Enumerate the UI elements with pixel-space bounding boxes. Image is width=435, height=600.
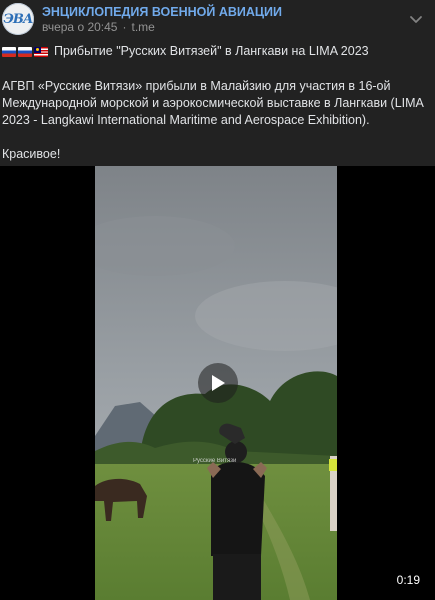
separator-dot: · bbox=[122, 20, 127, 34]
post-paragraph: АГВП «Русские Витязи» прибыли в Малайзию… bbox=[2, 79, 424, 127]
author-link[interactable]: ЭНЦИКЛОПЕДИЯ ВОЕННОЙ АВИАЦИИ bbox=[42, 5, 282, 19]
play-icon bbox=[212, 375, 225, 391]
avatar[interactable]: ЭВА bbox=[2, 3, 34, 35]
flag-russia-icon bbox=[18, 46, 32, 57]
chevron-down-icon[interactable] bbox=[409, 12, 423, 26]
post-header: ЭВА ЭНЦИКЛОПЕДИЯ ВОЕННОЙ АВИАЦИИ вчера о… bbox=[0, 0, 435, 40]
post-text: Прибытие "Русских Витязей" в Лангкави на… bbox=[2, 43, 432, 163]
post-headline-line: Прибытие "Русских Витязей" в Лангкави на… bbox=[2, 43, 432, 60]
post-time[interactable]: вчера о 20:45 bbox=[42, 20, 117, 34]
flag-malaysia-icon bbox=[34, 46, 48, 57]
flags-emoji bbox=[2, 46, 48, 57]
play-button[interactable] bbox=[198, 363, 238, 403]
post-card: ЭВА ЭНЦИКЛОПЕДИЯ ВОЕННОЙ АВИАЦИИ вчера о… bbox=[0, 0, 435, 600]
video-player[interactable]: Русские Витязи 0:19 bbox=[0, 166, 435, 600]
video-duration: 0:19 bbox=[396, 573, 420, 587]
post-headline: Прибытие "Русских Витязей" в Лангкави на… bbox=[54, 44, 369, 58]
post-source[interactable]: t.me bbox=[131, 20, 154, 34]
post-closing: Красивое! bbox=[2, 147, 61, 161]
video-watermark: Русские Витязи bbox=[193, 458, 236, 464]
flag-russia-icon bbox=[2, 46, 16, 57]
post-meta: вчера о 20:45 · t.me bbox=[42, 20, 155, 34]
